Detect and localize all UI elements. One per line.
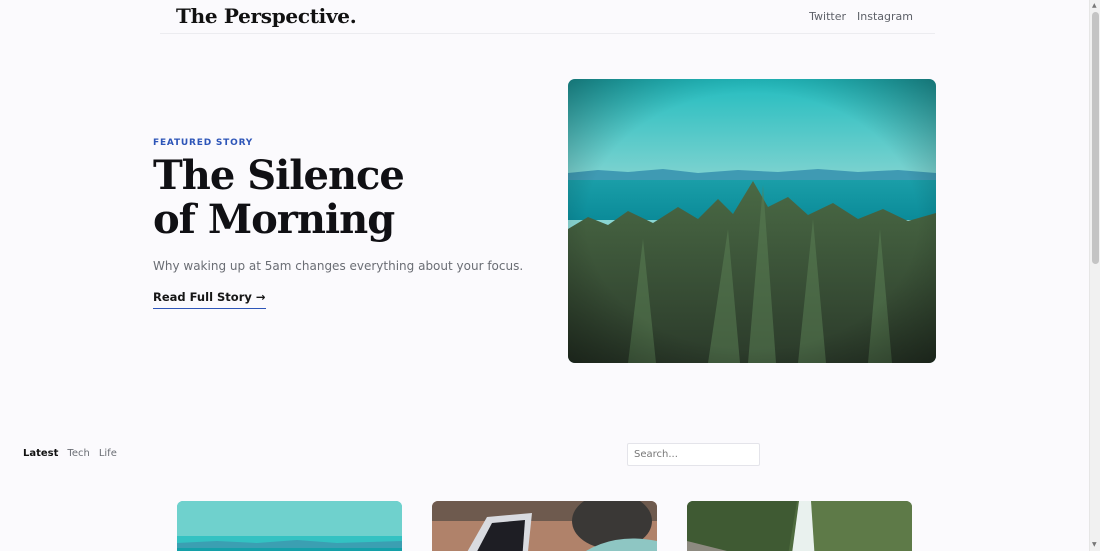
- scroll-down-icon[interactable]: ▼: [1092, 541, 1097, 549]
- category-filters: Latest Tech Life: [23, 448, 117, 459]
- featured-title: The Silence of Morning: [153, 152, 405, 243]
- scroll-up-icon[interactable]: ▲: [1092, 2, 1097, 10]
- featured-kicker: FEATURED STORY: [153, 138, 254, 148]
- featured-image[interactable]: [568, 79, 936, 363]
- featured-subtitle: Why waking up at 5am changes everything …: [153, 259, 524, 273]
- header-nav: Twitter Instagram: [809, 10, 913, 23]
- scroll-thumb[interactable]: [1092, 12, 1099, 264]
- site-header: The Perspective. Twitter Instagram: [160, 0, 935, 34]
- page-scrollbar[interactable]: ▲ ▼: [1089, 0, 1100, 551]
- nav-link-twitter[interactable]: Twitter: [809, 10, 846, 23]
- filter-latest[interactable]: Latest: [23, 448, 58, 459]
- featured-story: FEATURED STORY The Silence of Morning Wh…: [153, 138, 533, 309]
- filter-life[interactable]: Life: [99, 448, 117, 459]
- site-logo[interactable]: The Perspective.: [176, 4, 357, 28]
- search-input[interactable]: [627, 443, 760, 466]
- nav-link-instagram[interactable]: Instagram: [857, 10, 913, 23]
- read-full-story-link[interactable]: Read Full Story →: [153, 290, 266, 309]
- filter-tech[interactable]: Tech: [67, 448, 89, 459]
- article-card-2[interactable]: [432, 501, 657, 551]
- article-card-3[interactable]: [687, 501, 912, 551]
- article-card-1[interactable]: [177, 501, 402, 551]
